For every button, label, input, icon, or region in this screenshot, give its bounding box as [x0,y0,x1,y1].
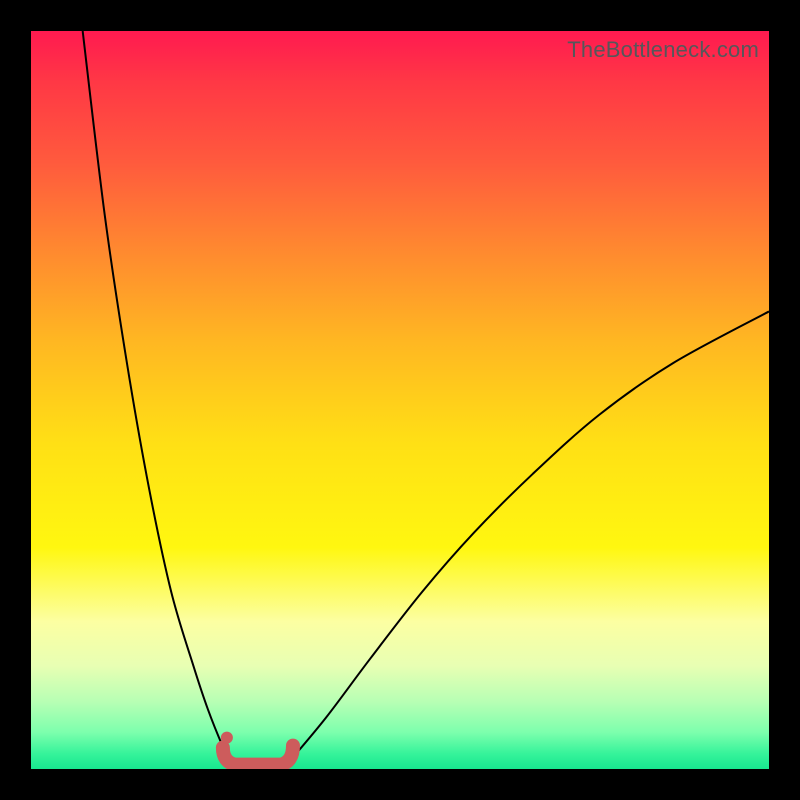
curve-right-branch [289,311,769,761]
valley-dot [221,732,233,744]
valley-marker [223,746,293,765]
bottleneck-curve [31,31,769,769]
plot-area: TheBottleneck.com [31,31,769,769]
curve-left-branch [83,31,231,762]
